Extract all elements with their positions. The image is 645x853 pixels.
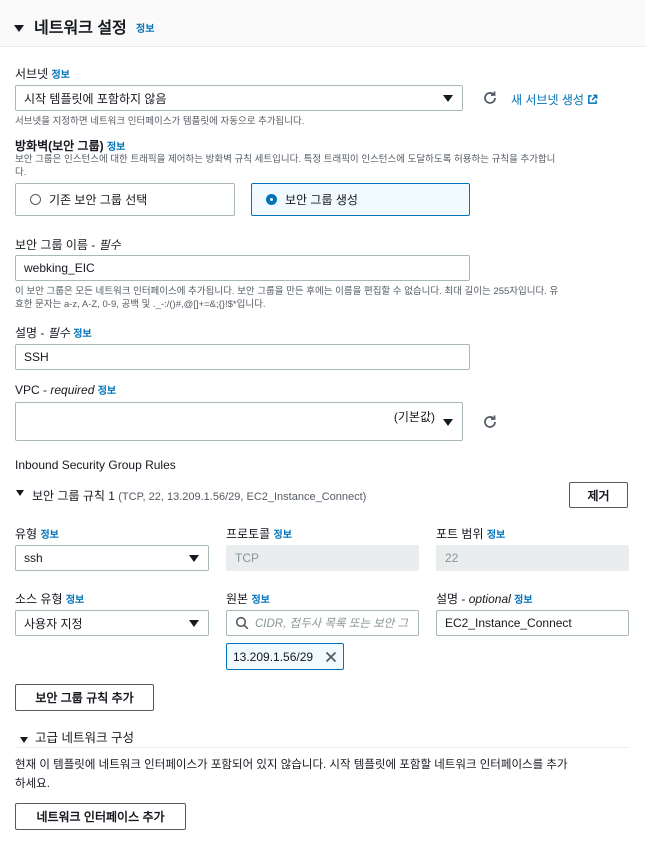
- sg-name-label: 보안 그룹 이름 - 필수: [15, 238, 121, 252]
- subnet-label: 서브넷 정보: [15, 67, 70, 81]
- sg-name-input[interactable]: webking_EIC: [15, 255, 470, 281]
- rule-desc-input[interactable]: EC2_Instance_Connect: [436, 610, 629, 636]
- chevron-down-icon: [189, 620, 199, 627]
- protocol-label: 프로토콜 정보: [226, 527, 292, 541]
- type-select[interactable]: ssh: [15, 545, 209, 571]
- advanced-desc: 현재 이 템플릿에 네트워크 인터페이스가 포함되어 있지 않습니다. 시작 템…: [15, 759, 568, 790]
- vpc-label: VPC - required 정보: [15, 383, 117, 397]
- create-subnet-link[interactable]: 새 서브넷 생성: [511, 91, 598, 108]
- search-icon: [235, 616, 249, 630]
- type-info-link[interactable]: 정보: [40, 530, 58, 541]
- section-info-link[interactable]: 정보: [136, 20, 154, 35]
- protocol-info-link[interactable]: 정보: [274, 530, 292, 541]
- chevron-down-icon: [443, 418, 453, 426]
- rule-header: 보안 그룹 규칙 1 (TCP, 22, 13.209.1.56/29, EC2…: [32, 489, 367, 503]
- source-token: 13.209.1.56/29: [226, 643, 344, 670]
- advanced-collapse-icon[interactable]: [20, 731, 28, 746]
- inbound-title: Inbound Security Group Rules: [15, 458, 176, 472]
- firewall-label: 방화벽(보안 그룹) 정보: [15, 139, 126, 153]
- source-label: 원본 정보: [226, 592, 270, 606]
- chevron-down-icon: [443, 95, 453, 102]
- subnet-select[interactable]: 시작 템플릿에 포함하지 않음: [15, 85, 463, 111]
- protocol-field: TCP: [226, 545, 419, 571]
- collapse-toggle-icon[interactable]: [14, 20, 24, 35]
- divider: [15, 747, 629, 748]
- port-info-link[interactable]: 정보: [487, 530, 505, 541]
- radio-checked-icon: [266, 194, 277, 205]
- sg-name-hint: 이 보안 그룹은 모든 네트워크 인터페이스에 추가됩니다. 보안 그룹을 만든…: [15, 286, 559, 310]
- description-info-link[interactable]: 정보: [73, 329, 91, 340]
- source-info-link[interactable]: 정보: [251, 595, 269, 606]
- source-type-label: 소스 유형 정보: [15, 592, 85, 606]
- vpc-select[interactable]: (기본값): [15, 402, 463, 441]
- subnet-info-link[interactable]: 정보: [51, 70, 69, 81]
- chevron-down-icon: [189, 555, 199, 562]
- radio-unchecked-icon: [30, 194, 41, 205]
- source-search-input[interactable]: CIDR, 접두사 목록 또는 보안 그: [226, 610, 419, 636]
- vpc-info-link[interactable]: 정보: [98, 386, 116, 397]
- add-rule-button[interactable]: 보안 그룹 규칙 추가: [15, 684, 154, 711]
- rule-collapse-icon[interactable]: [16, 484, 24, 499]
- firewall-desc: 보안 그룹은 인스턴스에 대한 트래픽을 제어하는 방화벽 규칙 세트입니다. …: [15, 154, 556, 178]
- rule-desc-info-link[interactable]: 정보: [514, 595, 532, 606]
- radio-existing-sg[interactable]: 기존 보안 그룹 선택: [15, 183, 235, 216]
- add-interface-button[interactable]: 네트워크 인터페이스 추가: [15, 803, 186, 830]
- subnet-hint: 서브넷을 지정하면 네트워크 인터페이스가 템플릿에 자동으로 추가됩니다.: [15, 116, 305, 127]
- section-title: 네트워크 설정: [34, 20, 127, 37]
- source-type-select[interactable]: 사용자 지정: [15, 610, 209, 636]
- radio-create-sg[interactable]: 보안 그룹 생성: [251, 183, 470, 216]
- description-label: 설명 - 필수 정보: [15, 326, 92, 340]
- firewall-info-link[interactable]: 정보: [107, 142, 125, 153]
- type-label: 유형 정보: [15, 527, 59, 541]
- port-field: 22: [436, 545, 629, 571]
- source-type-info-link[interactable]: 정보: [66, 595, 84, 606]
- advanced-title: 고급 네트워크 구성: [35, 731, 134, 745]
- refresh-icon[interactable]: [482, 90, 498, 109]
- port-label: 포트 범위 정보: [436, 527, 506, 541]
- refresh-icon[interactable]: [482, 414, 498, 433]
- external-link-icon: [588, 94, 598, 104]
- close-icon[interactable]: [325, 651, 337, 663]
- description-input[interactable]: SSH: [15, 344, 470, 370]
- remove-rule-button[interactable]: 제거: [569, 482, 628, 508]
- rule-desc-label: 설명 - optional 정보: [436, 592, 533, 606]
